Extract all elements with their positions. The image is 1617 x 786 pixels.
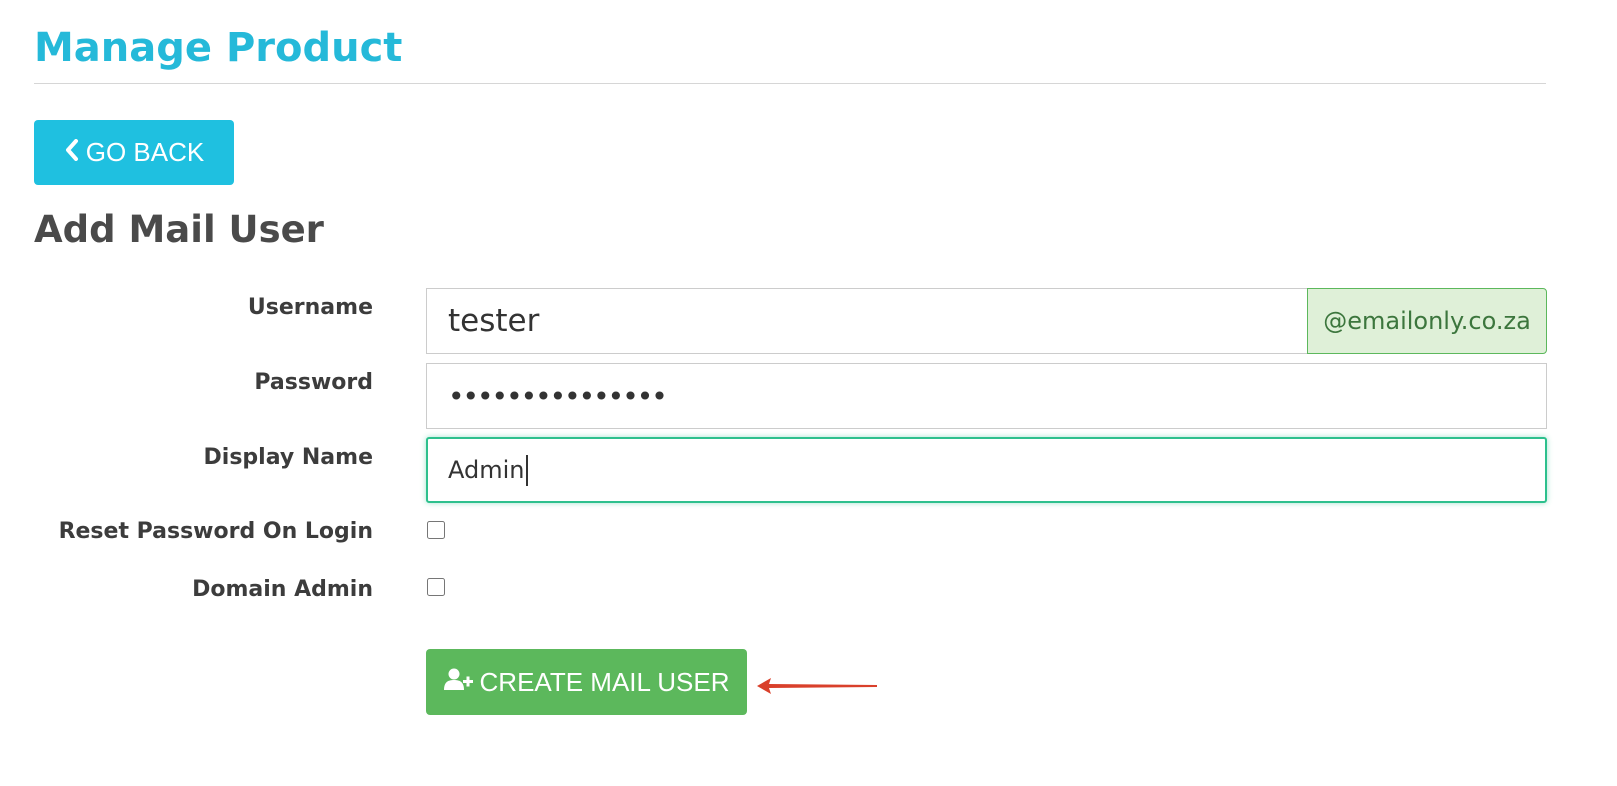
domain-admin-label: Domain Admin [192,577,373,602]
go-back-label: GO BACK [85,137,205,167]
create-mail-user-button[interactable]: CREATE MAIL USER [426,649,747,715]
password-field[interactable] [426,363,1547,429]
username-field[interactable] [426,288,1308,354]
display-name-label: Display Name [203,445,373,470]
password-label: Password [254,370,373,395]
title-divider [34,83,1546,84]
red-arrow-icon [757,678,877,694]
form-heading: Add Mail User [34,208,324,251]
chevron-left-icon [64,137,80,168]
create-mail-user-label: CREATE MAIL USER [479,666,730,697]
display-name-field[interactable] [426,437,1547,503]
go-back-button[interactable]: GO BACK [34,120,234,185]
user-plus-icon [443,667,474,698]
reset-password-checkbox[interactable] [427,521,445,539]
domain-admin-checkbox[interactable] [427,578,445,596]
page-title: Manage Product [34,25,403,71]
domain-suffix-addon: @emailonly.co.za [1307,288,1547,354]
username-label: Username [247,295,373,320]
text-caret [526,455,528,486]
reset-password-label: Reset Password On Login [58,519,373,544]
